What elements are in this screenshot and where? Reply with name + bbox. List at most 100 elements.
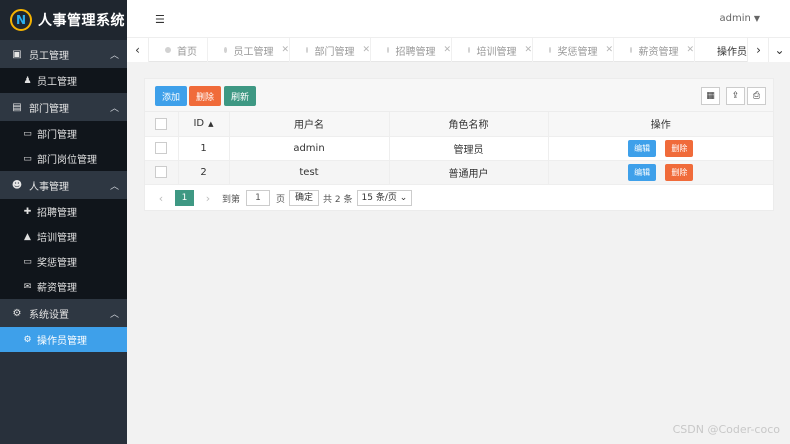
tab-salary[interactable]: 薪资管理 ✕ bbox=[614, 38, 695, 62]
total-count: 共 2 条 bbox=[323, 194, 353, 205]
edit-button[interactable]: 编辑 bbox=[628, 139, 657, 157]
select-all-checkbox[interactable] bbox=[155, 117, 168, 130]
person-icon: ♟ bbox=[23, 75, 32, 86]
sidebar-item-label: 奖惩管理 bbox=[37, 258, 77, 269]
tab-label: 首页 bbox=[177, 46, 197, 58]
logo-icon: N bbox=[10, 9, 32, 31]
sidebar-item-department[interactable]: ▭ 部门管理 bbox=[0, 121, 127, 146]
column-header-actions: 操作 bbox=[548, 112, 773, 137]
goto-page-input[interactable]: 1 bbox=[246, 190, 271, 206]
next-page-icon[interactable]: › bbox=[202, 192, 214, 205]
export-icon[interactable]: ⇪ bbox=[726, 87, 745, 105]
goto-label: 到第 bbox=[222, 194, 241, 205]
tab-employee[interactable]: 员工管理 ✕ bbox=[208, 38, 290, 62]
delete-button[interactable]: 删除 bbox=[189, 86, 222, 106]
close-icon[interactable]: ✕ bbox=[605, 45, 613, 55]
row-checkbox[interactable] bbox=[155, 166, 168, 178]
close-icon[interactable]: ✕ bbox=[281, 45, 289, 55]
close-icon[interactable]: ✕ bbox=[443, 45, 451, 55]
cell-role: 管理员 bbox=[389, 136, 549, 161]
chevron-up-icon: ︿ bbox=[109, 181, 119, 192]
id-card-icon: ▭ bbox=[23, 153, 32, 164]
top-header: ☰ admin ▼ bbox=[127, 0, 790, 38]
sidebar-item-label: 操作员管理 bbox=[37, 336, 87, 347]
sidebar-group-department[interactable]: ▤ 部门管理 ︿ bbox=[0, 93, 127, 121]
sidebar-group-employee[interactable]: ▣ 员工管理 ︿ bbox=[0, 40, 127, 68]
row-select-cell bbox=[145, 136, 179, 161]
watermark: CSDN @Coder-coco bbox=[672, 423, 780, 436]
sidebar-group-personnel[interactable]: ☻ 人事管理 ︿ bbox=[0, 171, 127, 199]
prev-page-icon[interactable]: ‹ bbox=[155, 192, 167, 205]
tab-dot-icon bbox=[630, 47, 633, 53]
tab-list: 首页 员工管理 ✕ 部门管理 ✕ 招聘管理 ✕ 培训管理 ✕ 奖惩管理 ✕ 薪资… bbox=[149, 38, 747, 62]
sidebar-item-label: 招聘管理 bbox=[37, 208, 77, 219]
table-header-row: ID ▲ 用户名 角色名称 操作 bbox=[145, 112, 773, 137]
sidebar-group-label: 员工管理 bbox=[29, 50, 69, 62]
delete-row-button[interactable]: 删除 bbox=[665, 139, 694, 157]
cell-username: test bbox=[229, 160, 390, 185]
tab-bar: ‹ 首页 员工管理 ✕ 部门管理 ✕ 招聘管理 ✕ 培训管理 ✕ 奖惩管理 ✕ … bbox=[127, 38, 790, 62]
sidebar-item-department-position[interactable]: ▭ 部门岗位管理 bbox=[0, 146, 127, 171]
column-header-label: ID bbox=[193, 118, 205, 130]
sidebar-item-recruitment[interactable]: ✚ 招聘管理 bbox=[0, 199, 127, 224]
close-icon[interactable]: ✕ bbox=[686, 45, 694, 55]
tab-label: 员工管理 bbox=[233, 46, 274, 58]
tab-scroll-left-button[interactable]: ‹ bbox=[127, 38, 149, 62]
page-size-value: 15 条/页 bbox=[361, 193, 397, 203]
cogs-icon: ⚙ bbox=[23, 334, 32, 345]
columns-filter-icon[interactable]: ▦ bbox=[701, 87, 720, 105]
close-icon[interactable]: ✕ bbox=[362, 45, 370, 55]
sidebar-item-training[interactable]: ▲ 培训管理 bbox=[0, 224, 127, 249]
print-icon[interactable]: ⎙ bbox=[747, 87, 766, 105]
edit-button[interactable]: 编辑 bbox=[628, 163, 657, 181]
tab-label: 培训管理 bbox=[476, 46, 517, 58]
sidebar-item-operator[interactable]: ⚙ 操作员管理 bbox=[0, 327, 127, 352]
cell-id: 1 bbox=[178, 136, 230, 161]
user-name: admin bbox=[719, 13, 751, 24]
app-logo[interactable]: N 人事管理系统 bbox=[0, 0, 127, 40]
id-card-icon: ▣ bbox=[12, 48, 22, 60]
tab-training[interactable]: 培训管理 ✕ bbox=[452, 38, 533, 62]
cell-id: 2 bbox=[178, 160, 230, 185]
delete-row-button[interactable]: 删除 bbox=[665, 163, 694, 181]
table-toolbar: 添加 删除 刷新 ▦ ⇪ ⎙ bbox=[145, 79, 773, 112]
column-header-id[interactable]: ID ▲ bbox=[178, 112, 230, 137]
sidebar-item-label: 薪资管理 bbox=[37, 283, 77, 294]
tab-scroll-right-button[interactable]: › bbox=[747, 38, 769, 62]
tab-more-button[interactable]: ⌄ bbox=[768, 38, 790, 62]
select-all-cell bbox=[145, 112, 179, 137]
sidebar-item-employee[interactable]: ♟ 员工管理 bbox=[0, 68, 127, 93]
cell-actions: 编辑 删除 bbox=[548, 160, 773, 185]
tab-department[interactable]: 部门管理 ✕ bbox=[290, 38, 371, 62]
refresh-button[interactable]: 刷新 bbox=[224, 86, 257, 106]
tab-dot-icon bbox=[387, 47, 390, 53]
tab-rewards[interactable]: 奖惩管理 ✕ bbox=[533, 38, 614, 62]
tab-operator[interactable]: 操作员管 bbox=[695, 38, 747, 62]
sidebar-item-salary[interactable]: ✉ 薪资管理 bbox=[0, 274, 127, 299]
users-icon: ☻ bbox=[11, 179, 23, 191]
chevron-up-icon: ︿ bbox=[109, 309, 119, 320]
page-size-select[interactable]: 15 条/页 ⌄ bbox=[356, 190, 413, 206]
close-icon[interactable]: ✕ bbox=[524, 45, 532, 55]
tab-dot-icon bbox=[165, 47, 171, 53]
chevron-up-icon: ︿ bbox=[109, 103, 119, 114]
sidebar-group-label: 人事管理 bbox=[29, 181, 69, 193]
column-header-username: 用户名 bbox=[229, 112, 390, 137]
user-menu[interactable]: admin ▼ bbox=[720, 13, 761, 24]
sort-icon[interactable]: ▲ bbox=[208, 120, 213, 128]
sidebar-group-settings[interactable]: ⚙ 系统设置 ︿ bbox=[0, 299, 127, 327]
column-header-role: 角色名称 bbox=[389, 112, 549, 137]
tab-home[interactable]: 首页 bbox=[149, 38, 208, 62]
sidebar-item-label: 部门管理 bbox=[37, 130, 77, 141]
tab-label: 操作员管 bbox=[717, 46, 747, 58]
hamburger-icon[interactable]: ☰ bbox=[155, 13, 165, 26]
chevron-up-icon: ︿ bbox=[109, 50, 119, 61]
goto-confirm-button[interactable]: 确定 bbox=[289, 190, 320, 206]
current-page-button[interactable]: 1 bbox=[175, 190, 194, 206]
tab-recruitment[interactable]: 招聘管理 ✕ bbox=[371, 38, 452, 62]
sidebar-group-label: 部门管理 bbox=[29, 103, 69, 115]
add-button[interactable]: 添加 bbox=[155, 86, 188, 106]
address-card-icon: ▤ bbox=[12, 101, 22, 113]
row-checkbox[interactable] bbox=[155, 142, 168, 154]
sidebar-item-rewards[interactable]: ▭ 奖惩管理 bbox=[0, 249, 127, 274]
